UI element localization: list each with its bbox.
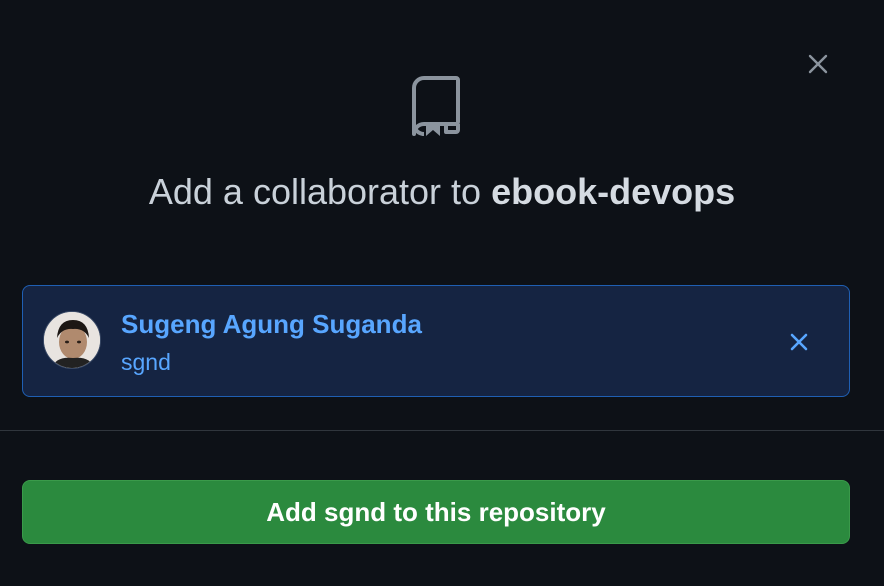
avatar	[43, 311, 101, 369]
close-icon	[808, 54, 828, 74]
add-collaborator-dialog: Add a collaborator to ebook-devops Sugen…	[0, 0, 884, 586]
user-full-name: Sugeng Agung Suganda	[121, 309, 422, 339]
dialog-title: Add a collaborator to ebook-devops	[0, 168, 884, 216]
selected-user-card: Sugeng Agung Suganda sgnd	[22, 285, 850, 397]
divider	[0, 430, 884, 431]
add-collaborator-button[interactable]: Add sgnd to this repository	[22, 480, 850, 544]
user-login: sgnd	[121, 349, 171, 375]
close-icon	[790, 333, 808, 351]
dialog-title-prefix: Add a collaborator to	[148, 171, 492, 212]
close-dialog-button[interactable]	[804, 50, 832, 78]
user-photo	[44, 312, 100, 368]
remove-user-button[interactable]	[785, 328, 813, 356]
repo-name: ebook-devops	[491, 171, 736, 212]
repo-icon	[412, 76, 460, 136]
